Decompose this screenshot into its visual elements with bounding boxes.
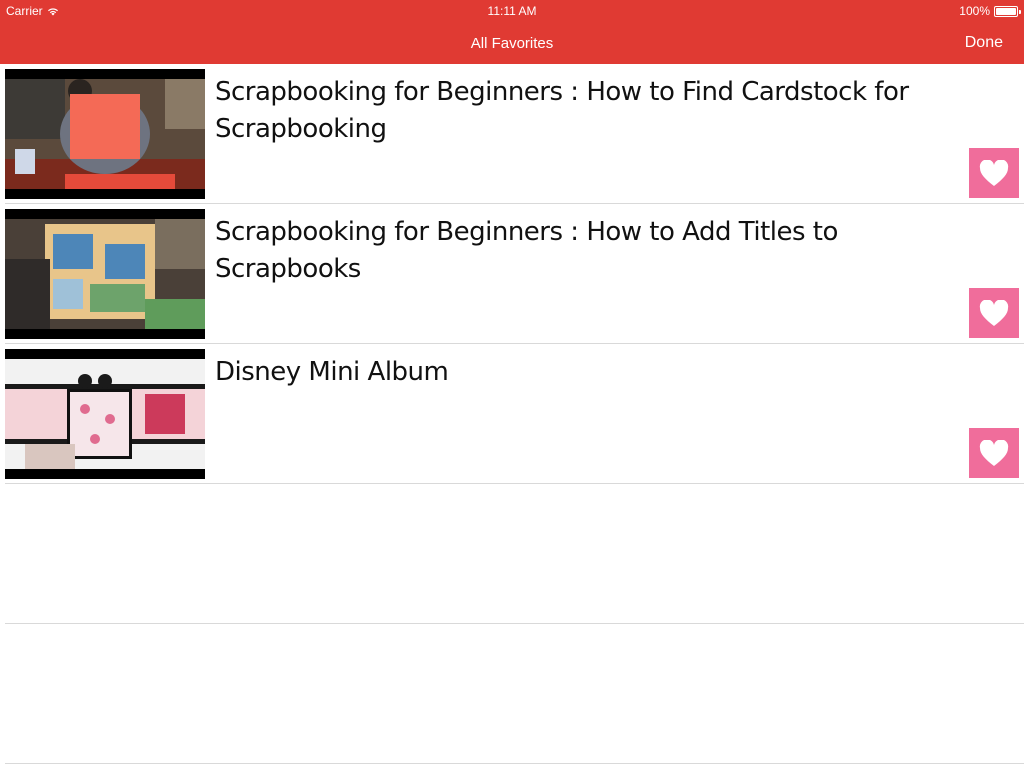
empty-row [5, 624, 1024, 764]
unfavorite-button[interactable] [969, 428, 1019, 478]
favorite-row[interactable]: Disney Mini Album [5, 344, 1024, 484]
battery-icon [994, 5, 1021, 17]
done-button[interactable]: Done [965, 34, 1003, 52]
favorite-title[interactable]: Scrapbooking for Beginners : How to Add … [215, 214, 955, 288]
heart-icon [979, 439, 1009, 466]
navigation-bar: All Favorites Done [0, 22, 1024, 64]
clock: 11:11 AM [487, 4, 537, 18]
video-thumbnail[interactable] [5, 69, 205, 199]
heart-icon [979, 299, 1009, 326]
unfavorite-button[interactable] [969, 148, 1019, 198]
thumbnail-image [5, 359, 205, 469]
battery-percent: 100% [959, 4, 990, 18]
video-thumbnail[interactable] [5, 209, 205, 339]
favorites-list: Scrapbooking for Beginners : How to Find… [0, 64, 1024, 764]
page-title: All Favorites [470, 35, 554, 52]
favorite-row[interactable]: Scrapbooking for Beginners : How to Find… [5, 64, 1024, 204]
status-bar: Carrier 11:11 AM 100% [0, 0, 1024, 22]
thumbnail-image [5, 219, 205, 329]
favorite-title[interactable]: Scrapbooking for Beginners : How to Find… [215, 74, 955, 148]
video-thumbnail[interactable] [5, 349, 205, 479]
empty-row [5, 484, 1024, 624]
thumbnail-image [5, 79, 205, 189]
favorite-row[interactable]: Scrapbooking for Beginners : How to Add … [5, 204, 1024, 344]
battery-indicator: 100% [959, 4, 1021, 18]
unfavorite-button[interactable] [969, 288, 1019, 338]
favorite-title[interactable]: Disney Mini Album [215, 354, 955, 391]
heart-icon [979, 159, 1009, 186]
